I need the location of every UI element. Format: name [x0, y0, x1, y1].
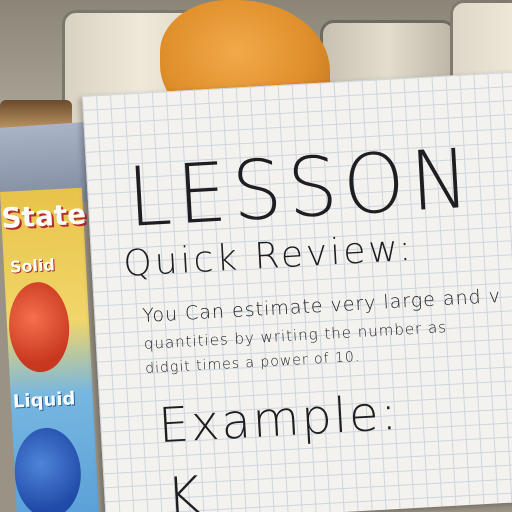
classroom-photo: State Solid Liquid LESSON 1 Quick Review… — [0, 0, 512, 512]
liquid-illustration — [12, 426, 84, 512]
poster-title: State — [0, 197, 87, 235]
example-label: Example: — [156, 384, 401, 455]
lesson-chart-paper: LESSON 1 Quick Review: You Can estimate … — [82, 71, 512, 512]
review-line-3: didgit times a power of 10. — [144, 348, 361, 377]
poster-liquid-label: Liquid — [12, 388, 76, 413]
poster-solid-label: Solid — [9, 255, 56, 277]
lesson-heading: LESSON 1 — [125, 127, 512, 246]
partial-next-line: K — [164, 466, 203, 512]
states-of-matter-poster: State Solid Liquid — [0, 187, 100, 512]
solid-illustration — [6, 280, 72, 374]
review-line-1: You Can estimate very large and v — [141, 284, 502, 327]
